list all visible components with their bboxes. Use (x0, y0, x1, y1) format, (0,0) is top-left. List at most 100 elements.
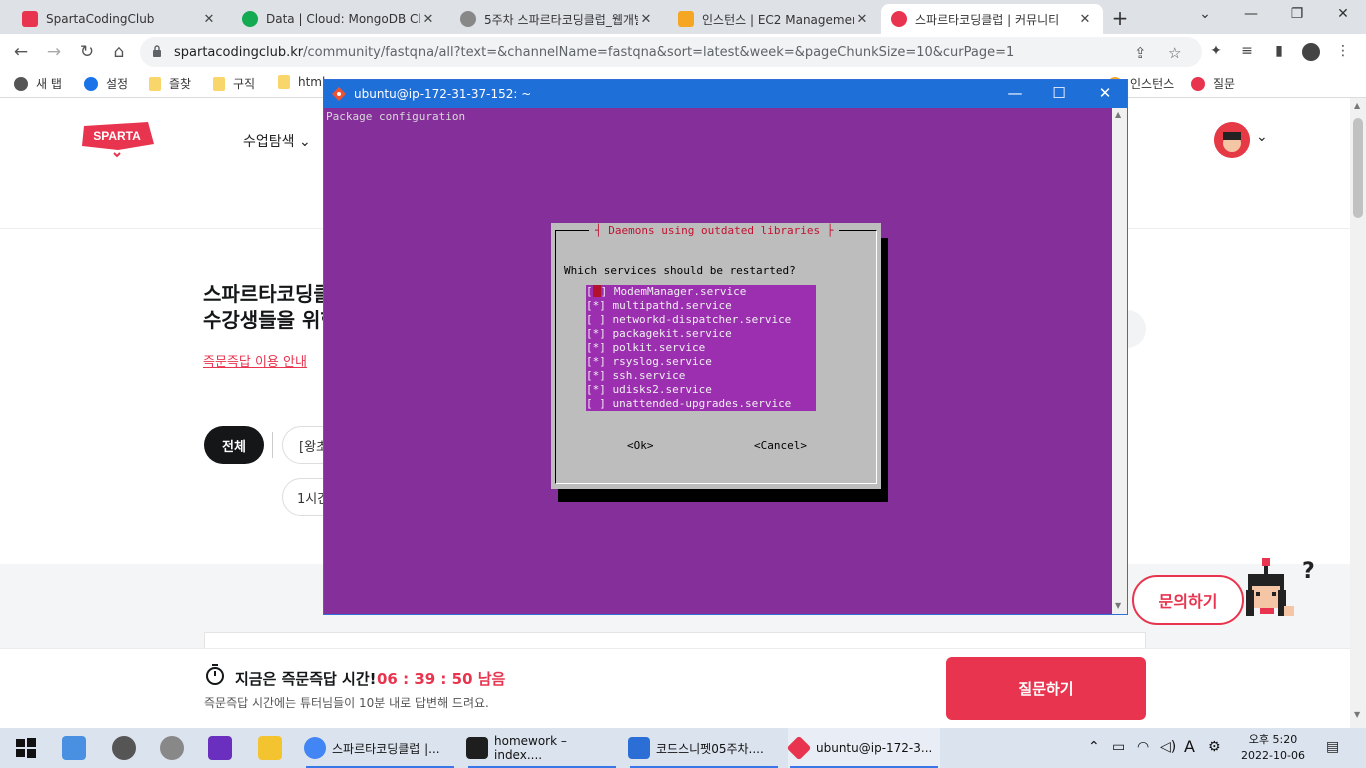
fastqna-countdown: 06 : 39 : 50 남음 (377, 670, 506, 688)
game-app-icon[interactable] (160, 736, 184, 760)
bookmark-html-folder[interactable]: html (278, 75, 325, 89)
side-panel-icon[interactable]: ▮ (1270, 43, 1288, 61)
service-option[interactable]: [*] packagekit.service (586, 327, 732, 341)
dialog-title: ┤ Daemons using outdated libraries ├ (589, 224, 840, 237)
sparta-logo[interactable]: SPARTA (78, 120, 156, 160)
service-option[interactable]: [*] udisks2.service (586, 383, 712, 397)
terminal-titlebar[interactable]: ubuntu@ip-172-31-37-152: ~ — ☐ ✕ (324, 80, 1127, 108)
scrollbar-thumb[interactable] (1353, 118, 1363, 218)
sparta-favicon-icon (22, 11, 38, 27)
bookmark-favorites-folder[interactable]: 즐찾 (149, 75, 191, 92)
home-button[interactable]: ⌂ (108, 41, 130, 63)
taskbar-chrome[interactable]: 스파르타코딩클럽 |... (304, 728, 456, 768)
settings-gear-icon[interactable] (112, 736, 136, 760)
close-icon[interactable]: ✕ (420, 12, 436, 27)
volume-icon[interactable]: ◁) (1160, 739, 1176, 755)
close-icon[interactable]: ✕ (201, 12, 217, 27)
file-explorer-icon[interactable] (258, 736, 282, 760)
close-icon[interactable]: ✕ (854, 12, 870, 27)
gear-icon[interactable]: ⚙ (1208, 739, 1221, 755)
fastqna-status-text: 지금은 즉문즉답 시간! (235, 670, 377, 688)
close-icon[interactable]: ✕ (1090, 84, 1120, 102)
windows-taskbar: 스파르타코딩클럽 |... homework – index.... 코드스니펫… (0, 728, 1366, 768)
minimize-icon[interactable]: — (1000, 84, 1030, 102)
inquiry-button[interactable]: 문의하기 (1132, 575, 1244, 625)
close-icon[interactable]: ✕ (1077, 12, 1093, 27)
folder-icon (278, 75, 290, 89)
globe-icon (14, 76, 28, 91)
bookmark-questions[interactable]: 질문 (1191, 75, 1235, 92)
menu-kebab-icon[interactable]: ⋮ (1334, 43, 1352, 61)
scroll-down-icon[interactable]: ▼ (1354, 710, 1360, 719)
bookmark-jobs-folder[interactable]: 구직 (213, 75, 255, 92)
mongodb-favicon-icon (242, 11, 258, 27)
service-option[interactable]: [ ] unattended-upgrades.service (586, 397, 791, 411)
bookmark-star-icon[interactable]: ☆ (1168, 44, 1181, 62)
terminal-screen[interactable]: Package configuration ┤ Daemons using ou… (325, 108, 1111, 614)
windows-start-icon[interactable] (14, 736, 38, 760)
filter-chip-all[interactable]: 전체 (204, 426, 264, 464)
share-icon[interactable]: ⇪ (1134, 44, 1147, 62)
scroll-up-icon[interactable]: ▲ (1115, 110, 1121, 119)
media-control-icon[interactable]: ≡ (1238, 43, 1256, 61)
nav-course-explore[interactable]: 수업탐색 ⌄ (243, 131, 311, 151)
chrome-icon (304, 737, 326, 759)
folder-icon (213, 76, 225, 91)
ok-button[interactable]: <Ok> (627, 439, 654, 452)
system-clock[interactable]: 오후 5:20 2022-10-06 (1238, 732, 1308, 764)
tab-community-active[interactable]: 스파르타코딩클럽 | 커뮤니티 ✕ (881, 4, 1103, 34)
guide-link[interactable]: 즉문즉답 이용 안내 (203, 351, 307, 370)
page-scrollbar[interactable]: ▲ ▼ (1350, 98, 1366, 728)
new-tab-button[interactable]: + (1108, 6, 1132, 30)
tab-ec2[interactable]: 인스턴스 | EC2 Management ✕ (668, 4, 880, 34)
chevron-down-icon[interactable]: ⌄ (1256, 129, 1268, 145)
service-option[interactable]: [*] polkit.service (586, 341, 705, 355)
bookmark-settings[interactable]: 설정 (84, 75, 128, 92)
screenshot-app-icon[interactable] (62, 736, 86, 760)
restore-icon[interactable]: ❐ (1282, 6, 1312, 22)
close-icon[interactable]: ✕ (638, 12, 654, 27)
tab-spartacodingclub[interactable]: SpartaCodingClub ✕ (12, 4, 227, 34)
reload-button[interactable]: ↻ (76, 41, 98, 63)
tab-mongodb[interactable]: Data | Cloud: MongoDB Cloud ✕ (232, 4, 446, 34)
ime-indicator[interactable]: A (1184, 737, 1195, 756)
browser-toolbar: ← → ↻ ⌂ spartacodingclub.kr/community/fa… (0, 34, 1366, 70)
chevron-up-icon[interactable]: ⌃ (1088, 739, 1100, 755)
close-window-icon[interactable]: ✕ (1328, 6, 1358, 22)
service-option[interactable]: [*] rsyslog.service (586, 355, 712, 369)
terminal-window[interactable]: ubuntu@ip-172-31-37-152: ~ — ☐ ✕ Package… (323, 79, 1128, 615)
terminal-scrollbar[interactable]: ▲ ▼ (1112, 108, 1127, 614)
scroll-up-icon[interactable]: ▲ (1354, 101, 1360, 110)
maximize-icon[interactable]: ☐ (1044, 84, 1074, 102)
ask-question-button[interactable]: 질문하기 (946, 657, 1146, 720)
service-option[interactable]: [*] ssh.service (586, 369, 685, 383)
profile-avatar-icon[interactable] (1302, 43, 1320, 61)
scroll-down-icon[interactable]: ▼ (1115, 601, 1121, 610)
services-checklist[interactable]: [] ModemManager.service [*] multipathd.s… (586, 285, 816, 411)
taskbar-pycharm[interactable]: homework – index.... (466, 728, 618, 768)
battery-icon[interactable]: ▭ (1112, 739, 1125, 755)
notification-icon[interactable]: ▤ (1326, 739, 1339, 755)
back-button[interactable]: ← (10, 41, 32, 63)
terminal-header-line: Package configuration (326, 110, 466, 123)
user-avatar[interactable] (1214, 122, 1250, 158)
svg-text:SPARTA: SPARTA (93, 129, 141, 143)
service-option[interactable]: [*] multipathd.service (586, 299, 732, 313)
forward-button[interactable]: → (43, 41, 65, 63)
taskbar-git-bash[interactable]: ubuntu@ip-172-3... (786, 728, 940, 768)
minimize-icon[interactable]: — (1236, 6, 1266, 22)
bookmark-new-tab[interactable]: 새 탭 (14, 75, 62, 92)
cancel-button[interactable]: <Cancel> (754, 439, 807, 452)
media-app-icon[interactable] (208, 736, 232, 760)
address-bar[interactable]: spartacodingclub.kr/community/fastqna/al… (140, 37, 1202, 67)
aws-favicon-icon (678, 11, 694, 27)
extensions-icon[interactable]: ✦ (1207, 43, 1225, 61)
tab-search-chevron-icon[interactable]: ⌄ (1190, 6, 1220, 22)
taskbar-notepad[interactable]: 코드스니펫05주차.... (628, 728, 780, 768)
wifi-icon[interactable]: ◠ (1137, 739, 1149, 755)
service-option[interactable]: [] ModemManager.service (586, 285, 746, 299)
service-option[interactable]: [ ] networkd-dispatcher.service (586, 313, 791, 327)
tab-week5-guide[interactable]: 5주차 스파르타코딩클럽_웹개발 ✕ (450, 4, 664, 34)
git-bash-icon (332, 87, 346, 101)
globe-favicon-icon (460, 11, 476, 27)
